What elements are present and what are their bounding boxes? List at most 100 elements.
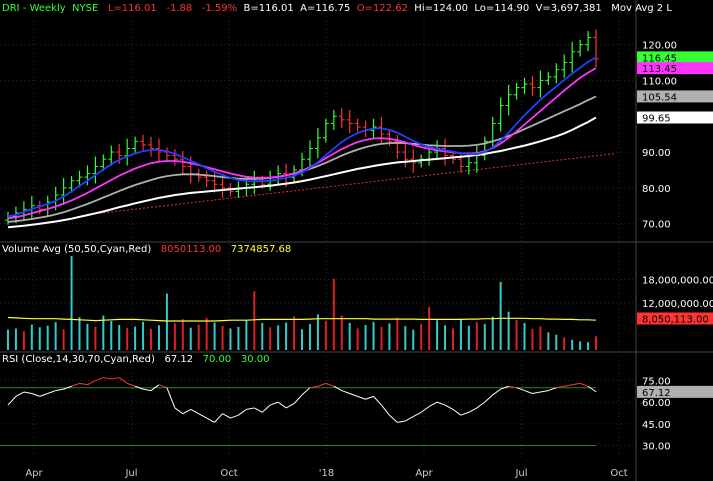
rsi-line-segment (7, 396, 17, 406)
rsi-line-segment (182, 408, 191, 415)
rsi-line-segment (468, 407, 478, 413)
rsi-line-segment (476, 401, 486, 409)
last-price: L=116.01 (107, 3, 157, 14)
rsi-line-segment (222, 413, 231, 419)
rsi-line-segment (127, 382, 136, 387)
rsi-header: RSI (Close,14,30,70,Cyan,Red) 67.12 70.0… (2, 354, 269, 366)
symbol-label: DRI - Weekly (2, 3, 66, 14)
rsi-line-segment (277, 401, 287, 409)
rsi-line-segment (564, 384, 573, 387)
open-price: O=122.62 (356, 3, 408, 14)
rsi-line-segment (166, 387, 176, 409)
rsi-line-segment (373, 396, 382, 406)
rsi-line-segment (23, 391, 32, 394)
rsi-line-segment (389, 414, 398, 423)
rsi-line-segment (31, 393, 40, 397)
price-change: -1.88 (166, 3, 193, 14)
rsi-indicator-value-3: 30.00 (240, 354, 270, 365)
rsi-line-segment (214, 413, 223, 423)
rsi-y-tick-label: 60.00 (642, 398, 671, 409)
rsi-line-segment (381, 404, 390, 416)
price-y-tick-label: 70.00 (642, 220, 671, 231)
rsi-line-segment (365, 395, 374, 400)
rsi-line-segment (452, 408, 462, 416)
x-tick-label: Oct (610, 468, 627, 479)
price-y-tick-label: 120.00 (642, 41, 677, 52)
exchange-label: NYSE (72, 3, 99, 14)
rsi-line-segment (111, 377, 120, 380)
rsi-line-segment (47, 390, 56, 394)
rsi-line-segment (246, 407, 255, 410)
rsi-line-segment (349, 393, 358, 397)
rsi-line-segment (317, 382, 327, 387)
rsi-y-tick-label: 75.00 (642, 376, 671, 387)
rsi-line-segment (532, 391, 541, 394)
rsi-line-segment (540, 390, 549, 393)
volume-y-tick-label: 18,000,000.00 (642, 276, 713, 287)
rsi-line-segment (15, 391, 25, 397)
trendline (87, 153, 617, 216)
rsi-line-segment (270, 401, 279, 406)
price-y-tick-label: 90.00 (642, 148, 671, 159)
rsi-line-segment (174, 407, 184, 415)
price-y-tick-label: 80.00 (642, 184, 671, 195)
low-price: Lo=114.90 (474, 3, 530, 14)
rsi-y-tick-label: 30.00 (642, 442, 671, 453)
rsi-line-segment (190, 408, 199, 415)
rsi-line-segment (444, 404, 454, 410)
rsi-line-segment (397, 420, 406, 423)
rsi-line-segment (142, 388, 152, 392)
rsi-line-segment (261, 404, 271, 413)
price-tag-label: 99.65 (642, 114, 671, 125)
rsi-line-segment (254, 407, 263, 413)
rsi-line-segment (55, 388, 64, 392)
rsi-line-segment (39, 393, 48, 397)
rsi-indicator-value-1: 67.12 (164, 354, 194, 365)
rsi-line-segment (524, 390, 533, 394)
rsi-y-tick-label: 45.00 (642, 420, 671, 431)
stock-chart: Apr Jul Oct '18 Apr Jul Oct 120.00 110.00 90.00 80… (0, 0, 713, 481)
rsi-line-segment (572, 382, 581, 386)
volume-tag-label: 8,050,113.00 (642, 314, 709, 325)
rsi-line-segment (301, 387, 311, 396)
rsi-line-segment (436, 401, 446, 406)
price-header: DRI - Weekly NYSE L=116.01 -1.88 -1.59% … (2, 3, 672, 15)
x-tick-label: Apr (25, 468, 43, 479)
ask-price: A=116.75 (300, 3, 351, 14)
volume-indicator-value-1: 8050113.00 (160, 244, 222, 255)
rsi-line-segment (484, 394, 494, 403)
rsi-line-segment (325, 382, 334, 387)
x-tick-label: Oct (220, 468, 237, 479)
rsi-line-segment (71, 382, 80, 387)
price-tag-label: 105.54 (642, 92, 677, 103)
rsi-line-segment (579, 382, 589, 387)
high-price: Hi=124.00 (414, 3, 468, 14)
rsi-line-segment (198, 413, 207, 419)
rsi-line-segment (79, 382, 88, 386)
rsi-line-segment (428, 401, 438, 407)
volume-indicator-value-2: 7374857.68 (230, 244, 292, 255)
volume-value: V=3,697,381 (535, 3, 602, 14)
rsi-line-segment (341, 390, 350, 394)
rsi-line-segment (413, 411, 422, 418)
volume-header: Volume Avg (50,50,Cyan,Red) 8050113.00 7… (2, 244, 291, 256)
mov-avg-label: Mov Avg 2 L (611, 3, 672, 14)
x-tick-label: Jul (514, 468, 527, 479)
price-tag-label: 113.45 (642, 64, 677, 75)
x-tick-label: '18 (319, 468, 334, 479)
rsi-line-segment (357, 395, 366, 400)
rsi-line-segment (285, 403, 295, 409)
moving-average-magenta (7, 67, 597, 220)
rsi-indicator-label: RSI (Close,14,30,70,Cyan,Red) (2, 354, 155, 365)
rsi-line-segment (405, 416, 414, 422)
volume-y-tick-label: 12,000,000.00 (642, 299, 713, 310)
x-tick-label: Jul (124, 468, 137, 479)
rsi-line-segment (95, 377, 104, 381)
rsi-tag-label: 67.12 (642, 388, 671, 399)
volume-indicator-label: Volume Avg (50,50,Cyan,Red) (2, 244, 152, 255)
rsi-indicator-value-2: 70.00 (202, 354, 232, 365)
rsi-line-segment (587, 385, 597, 393)
rsi-line-segment (492, 388, 501, 396)
rsi-line-segment (230, 414, 239, 419)
price-change-pct: -1.59% (201, 3, 238, 14)
